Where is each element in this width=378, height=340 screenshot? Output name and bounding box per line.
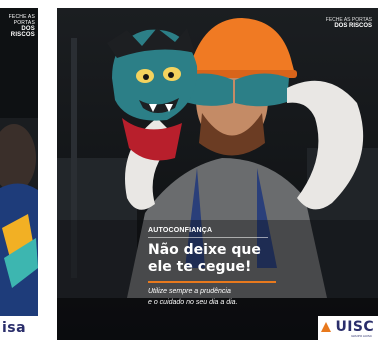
left-poster-card[interactable]: FECHE AS PORTAS DOS RISCOS isa	[0, 8, 38, 340]
left-poster-header: FECHE AS PORTAS DOS RISCOS	[0, 14, 35, 38]
topic-tag: AUTOCONFIANÇA	[148, 227, 213, 234]
left-poster-footer: isa	[0, 316, 38, 340]
subline-line2: e o cuidado no seu dia a dia.	[148, 299, 238, 306]
main-header-line2: DOS RISCOS	[334, 23, 372, 29]
main-poster-header: FECHE AS PORTAS DOS RISCOS	[326, 17, 372, 29]
left-header-line1: FECHE AS PORTAS	[8, 14, 35, 26]
main-poster-card[interactable]: FECHE AS PORTAS DOS RISCOS AUTOCONFIANÇA…	[57, 8, 378, 340]
headline-line1: Não deixe que	[148, 242, 261, 258]
brand-logo-sub: GRUPO AUISC	[351, 334, 372, 338]
headline-line2: ele te cegue!	[148, 259, 252, 275]
poster-subline: Utilize sempre a prudência e o cuidado n…	[148, 286, 378, 308]
brand-logo-text: UISC	[335, 319, 374, 335]
left-poster-illustration	[0, 118, 38, 318]
main-header-line1: FECHE AS PORTAS	[325, 17, 372, 23]
brand-logo: UISC GRUPO AUISC	[318, 316, 378, 340]
tag-divider	[148, 237, 268, 238]
headline-accent-rule	[148, 281, 276, 283]
poster-headline: Não deixe que ele te cegue!	[148, 242, 378, 276]
left-header-line2: DOS RISCOS	[10, 26, 35, 38]
auisc-logo-icon	[321, 322, 331, 332]
subline-line1: Utilize sempre a prudência	[148, 288, 231, 295]
left-logo-text: isa	[2, 320, 27, 336]
